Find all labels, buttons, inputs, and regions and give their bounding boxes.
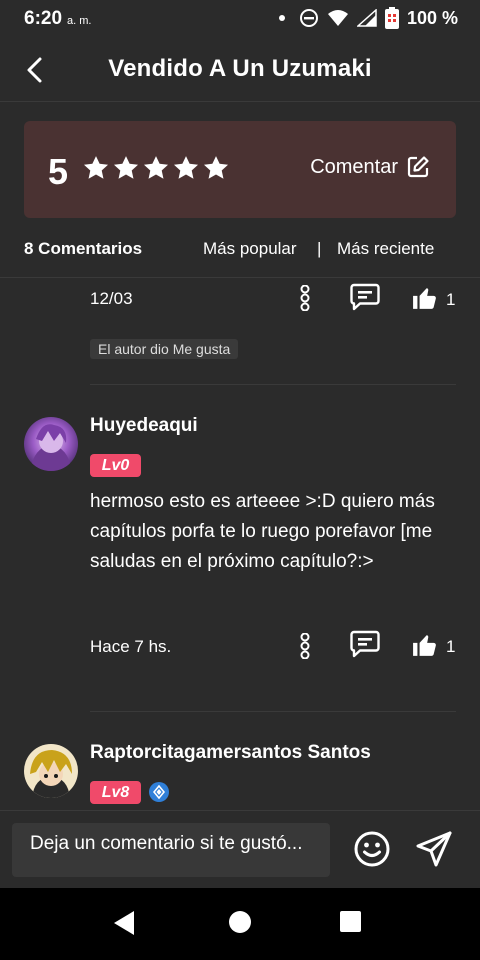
star-icon bbox=[203, 156, 229, 179]
divider bbox=[0, 277, 480, 278]
app-bar: Vendido A Un Uzumaki bbox=[0, 38, 480, 102]
like-button[interactable] bbox=[411, 284, 439, 312]
comment-input[interactable]: Deja un comentario si te gustó... bbox=[12, 823, 330, 877]
comment-timestamp: Hace 7 hs. bbox=[90, 637, 172, 656]
more-vertical-icon bbox=[300, 285, 310, 311]
divider bbox=[90, 711, 456, 712]
reply-button[interactable] bbox=[349, 630, 381, 658]
comment-username[interactable]: Huyedeaqui bbox=[90, 415, 198, 437]
level-badge: Lv0 bbox=[90, 454, 141, 477]
like-count: 1 bbox=[446, 637, 456, 656]
sort-separator: | bbox=[317, 239, 322, 258]
rating-value: 5 bbox=[48, 151, 69, 192]
avatar[interactable] bbox=[24, 744, 78, 798]
avatar-image bbox=[24, 417, 78, 471]
verified-icon bbox=[153, 785, 165, 799]
send-icon bbox=[416, 831, 452, 867]
signal-icon bbox=[356, 9, 377, 27]
author-liked-badge: El autor dio Me gusta bbox=[90, 339, 239, 359]
thumbs-up-icon bbox=[413, 635, 436, 656]
emoji-button[interactable] bbox=[352, 829, 392, 869]
nav-home-button[interactable] bbox=[229, 911, 251, 933]
emoji-icon bbox=[354, 831, 390, 867]
battery-percent: 100 % bbox=[406, 7, 458, 28]
level-badge: Lv8 bbox=[90, 781, 141, 804]
like-button[interactable] bbox=[411, 631, 439, 659]
star-icon bbox=[173, 156, 199, 179]
rating-stars bbox=[82, 154, 230, 182]
like-count: 1 bbox=[446, 290, 456, 309]
status-icons: 100 % bbox=[278, 7, 458, 29]
notification-dot-icon bbox=[278, 15, 285, 21]
triangle-back-icon bbox=[114, 911, 134, 935]
edit-icon bbox=[407, 156, 429, 178]
star-icon bbox=[83, 156, 109, 179]
comment-username[interactable]: Raptorcitagamersantos Santos bbox=[90, 742, 371, 764]
sort-popular-tab[interactable]: Más popular bbox=[203, 239, 297, 259]
system-nav-bar bbox=[0, 888, 480, 960]
battery-icon bbox=[384, 7, 399, 29]
more-options-button[interactable] bbox=[292, 632, 318, 660]
do-not-disturb-icon bbox=[299, 9, 318, 27]
comment-timestamp: 12/03 bbox=[90, 289, 133, 308]
status-bar: 6:20 a. m. 100 % bbox=[0, 0, 480, 38]
comments-count: 8 Comentarios bbox=[24, 239, 143, 258]
nav-back-button[interactable] bbox=[112, 910, 136, 941]
status-ampm: a. m. bbox=[67, 15, 92, 27]
sort-recent-tab[interactable]: Más reciente bbox=[337, 239, 434, 259]
chat-icon bbox=[350, 283, 380, 311]
verified-badge bbox=[149, 782, 169, 802]
send-button[interactable] bbox=[414, 829, 454, 869]
page-title: Vendido A Un Uzumaki bbox=[108, 55, 372, 82]
status-time: 6:20 bbox=[24, 8, 63, 29]
rating-card: 5 Comentar bbox=[24, 121, 456, 218]
star-icon bbox=[143, 156, 169, 179]
thumbs-up-icon bbox=[413, 288, 436, 309]
comment-button-label: Comentar bbox=[310, 155, 398, 178]
nav-recents-button[interactable] bbox=[340, 911, 361, 932]
chat-icon bbox=[350, 630, 380, 658]
comment-text: hermoso esto es arteeee >:D quiero más c… bbox=[90, 491, 435, 572]
star-icon bbox=[113, 156, 139, 179]
avatar-image bbox=[24, 744, 78, 798]
avatar[interactable] bbox=[24, 417, 78, 471]
comment-button[interactable]: Comentar bbox=[310, 155, 430, 179]
more-options-button[interactable] bbox=[292, 284, 318, 312]
divider bbox=[90, 384, 456, 385]
wifi-icon bbox=[327, 10, 348, 26]
reply-button[interactable] bbox=[349, 283, 381, 311]
comment-input-bar: Deja un comentario si te gustó... bbox=[0, 810, 480, 888]
more-vertical-icon bbox=[300, 633, 310, 659]
comments-header: 8 Comentarios Más popular | Más reciente bbox=[24, 230, 456, 268]
